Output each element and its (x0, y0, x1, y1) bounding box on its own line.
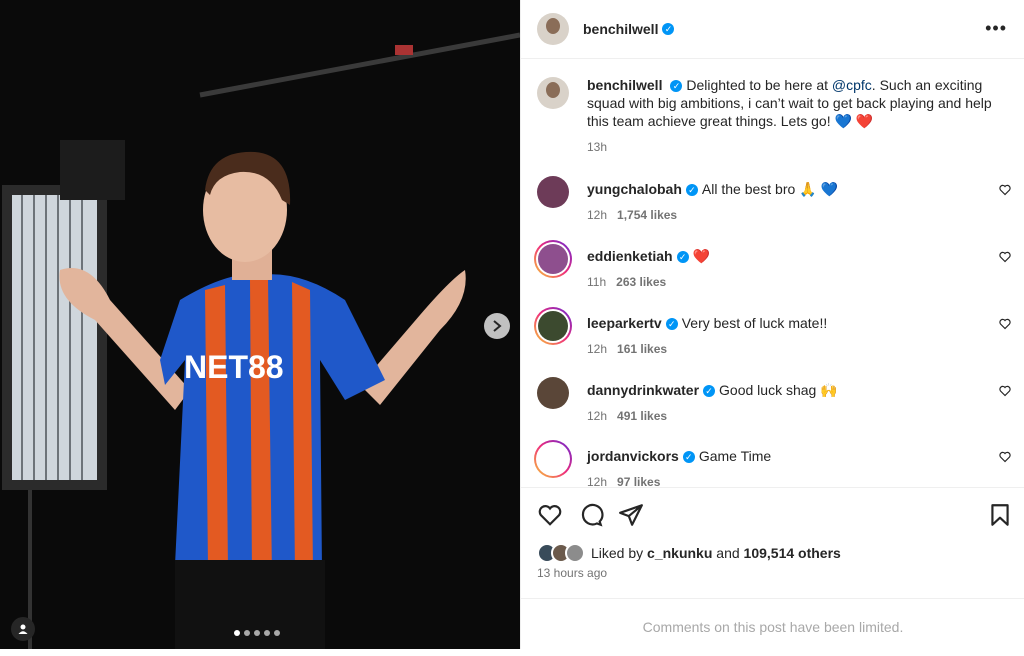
story-ring[interactable] (534, 307, 572, 345)
author-username[interactable]: benchilwell (583, 21, 658, 37)
photo-illustration: NET88 (0, 0, 520, 649)
comment-bubble-icon[interactable] (578, 502, 604, 528)
comment-username[interactable]: leeparkertv (587, 315, 662, 331)
commenter-avatar[interactable] (537, 377, 569, 409)
post-header: benchilwell ✓ ••• (521, 0, 1024, 59)
caption-time: 13h (587, 140, 608, 154)
verified-badge-icon: ✓ (662, 23, 675, 35)
comment-time: 12h (587, 475, 608, 486)
comments-list[interactable]: benchilwell ✓ Delighted to be here at @cp… (521, 59, 1024, 486)
liked-by-prefix: Liked by (591, 545, 648, 561)
comment-likes[interactable]: 161 likes (617, 342, 667, 356)
liker-username[interactable]: c_nkunku (647, 545, 712, 561)
carousel-dot (234, 630, 240, 636)
like-comment-heart-icon[interactable] (999, 184, 1011, 196)
comment-likes[interactable]: 491 likes (617, 409, 667, 423)
user-icon (18, 624, 28, 634)
save-bookmark-icon[interactable] (987, 502, 1013, 528)
verified-badge-icon: ✓ (676, 251, 689, 264)
commenter-avatar[interactable] (538, 311, 568, 341)
carousel-dot (274, 630, 280, 636)
carousel-dot (254, 630, 260, 636)
comment-username[interactable]: dannydrinkwater (587, 382, 699, 398)
verified-badge-icon: ✓ (665, 318, 678, 331)
comment-body: jordanvickors ✓ Game Time 12h 97 likes (587, 447, 1009, 486)
comment-time: 11h (587, 275, 607, 289)
comment-body: yungchalobah ✓ All the best bro 🙏 💙 12h 1,7… (587, 180, 1009, 224)
author-avatar[interactable] (537, 77, 569, 109)
comment-likes[interactable]: 263 likes (616, 275, 666, 289)
like-comment-heart-icon[interactable] (999, 318, 1011, 330)
comment-time: 12h (587, 342, 608, 356)
chevron-right-icon (493, 320, 502, 332)
commenter-avatar[interactable] (538, 244, 568, 274)
story-ring[interactable] (534, 440, 572, 478)
comment-text: Good luck shag 🙌 (719, 382, 838, 398)
likes-summary: Liked by c_nkunku and 109,514 others (537, 543, 841, 563)
comment-item: jordanvickors ✓ Game Time 12h 97 likes (534, 440, 1011, 486)
comment-text: ❤️ (692, 248, 711, 264)
comments-limited-notice: Comments on this post have been limited. (521, 598, 1024, 650)
post-actions-bar (521, 487, 1024, 544)
like-comment-heart-icon[interactable] (999, 385, 1011, 397)
caption-prefix: Delighted to be here at (686, 77, 832, 93)
comment-item: eddienketiah ✓ ❤️ 11h 263 likes (534, 240, 1011, 291)
comment-time: 12h (587, 409, 608, 423)
like-comment-heart-icon[interactable] (999, 451, 1011, 463)
svg-text:NET88: NET88 (184, 349, 284, 385)
liker-avatar (565, 543, 585, 563)
story-ring[interactable] (534, 240, 572, 278)
caption: benchilwell ✓ Delighted to be here at @cp… (537, 77, 1009, 156)
carousel-dot (264, 630, 270, 636)
mention-link[interactable]: @cpfc (832, 77, 872, 93)
comment-item: leeparkertv ✓ Very best of luck mate!! 12h… (534, 307, 1011, 358)
comment-item: yungchalobah ✓ All the best bro 🙏 💙 12h 1,7… (537, 176, 1011, 224)
comment-item: dannydrinkwater ✓ Good luck shag 🙌 12h 491 … (537, 377, 1011, 425)
share-paper-plane-icon[interactable] (618, 502, 644, 528)
comment-text: All the best bro 🙏 💙 (701, 181, 838, 197)
carousel-dot (244, 630, 250, 636)
comment-body: eddienketiah ✓ ❤️ 11h 263 likes (587, 247, 1009, 291)
post-photo[interactable]: NET88 (0, 0, 520, 649)
comment-time: 12h (587, 208, 608, 222)
comment-text: Very best of luck mate!! (681, 315, 828, 331)
post-details-panel: benchilwell ✓ ••• benchilwell ✓ Delighted… (520, 0, 1024, 649)
comment-username[interactable]: eddienketiah (587, 248, 673, 264)
tagged-users-button[interactable] (11, 617, 35, 641)
caption-username[interactable]: benchilwell (587, 77, 662, 93)
verified-badge-icon: ✓ (703, 385, 716, 398)
comment-username[interactable]: yungchalobah (587, 181, 682, 197)
commenter-avatar[interactable] (538, 444, 568, 474)
caption-text: benchilwell ✓ Delighted to be here at @cp… (587, 76, 1009, 156)
verified-badge-icon: ✓ (685, 184, 698, 197)
like-comment-heart-icon[interactable] (999, 251, 1011, 263)
comment-username[interactable]: jordanvickors (587, 448, 679, 464)
carousel-indicator (234, 630, 280, 636)
verified-badge-icon: ✓ (682, 451, 695, 464)
more-options-icon[interactable]: ••• (985, 18, 1007, 39)
comment-body: leeparkertv ✓ Very best of luck mate!! 12h… (587, 314, 1009, 358)
commenter-avatar[interactable] (537, 176, 569, 208)
liked-by-middle: and (712, 545, 744, 561)
author-avatar[interactable] (537, 13, 569, 45)
post-age[interactable]: 13 hours ago (537, 566, 607, 580)
comment-text: Game Time (698, 448, 772, 464)
comment-body: dannydrinkwater ✓ Good luck shag 🙌 12h 491 … (587, 381, 1009, 425)
comment-likes[interactable]: 97 likes (617, 475, 660, 486)
comment-likes[interactable]: 1,754 likes (617, 208, 677, 222)
likes-count[interactable]: 109,514 others (744, 545, 841, 561)
carousel-next-button[interactable] (484, 313, 510, 339)
like-heart-icon[interactable] (537, 502, 563, 528)
verified-badge-icon: ✓ (670, 80, 683, 93)
